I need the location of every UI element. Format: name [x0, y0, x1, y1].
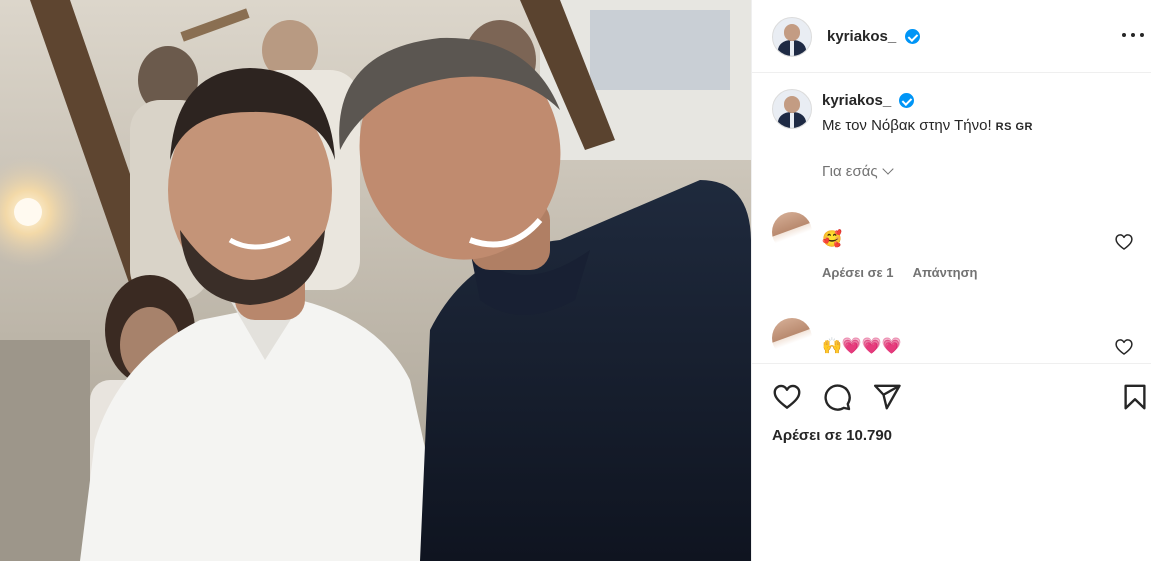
caption-text: Με τον Νόβακ στην Τήνο! RS GR: [822, 117, 1033, 134]
comment-text: 🥰: [822, 231, 842, 248]
more-horizontal-icon[interactable]: [1122, 33, 1144, 39]
comment-bubble-icon[interactable]: [822, 382, 852, 412]
post-header: kyriakos_: [752, 0, 1151, 73]
post-photo[interactable]: [0, 0, 751, 561]
heart-outline-icon[interactable]: [1114, 232, 1134, 252]
translate-toggle[interactable]: Για εσάς: [822, 163, 894, 180]
comments-list[interactable]: 🥰 Αρέσει σε 1 Απάντηση 🙌💗💗💗: [752, 195, 1151, 363]
bookmark-icon[interactable]: [1120, 382, 1150, 412]
verified-badge-icon: [899, 93, 914, 108]
translate-label: Για εσάς: [822, 163, 878, 180]
author-avatar[interactable]: [772, 17, 812, 57]
post-actions: Αρέσει σε 10.790: [752, 363, 1151, 561]
commenter-avatar[interactable]: [772, 318, 812, 358]
reply-button[interactable]: Απάντηση: [913, 265, 978, 280]
commenter-avatar[interactable]: [772, 212, 812, 252]
comment-likes[interactable]: Αρέσει σε 1: [822, 265, 894, 280]
heart-outline-icon[interactable]: [772, 382, 802, 412]
likes-count[interactable]: Αρέσει σε 10.790: [772, 427, 892, 444]
caption-author-username[interactable]: kyriakos_: [822, 92, 891, 109]
caption-flags: RS GR: [995, 121, 1033, 133]
heart-outline-icon[interactable]: [1114, 337, 1134, 357]
author-username[interactable]: kyriakos_: [827, 28, 896, 45]
comment-text: 🙌💗💗💗: [822, 338, 902, 355]
caption-body: Με τον Νόβακ στην Τήνο!: [822, 117, 992, 134]
chevron-down-icon: [881, 163, 894, 175]
post-details-panel: kyriakos_ kyriakos_ Με τον Νόβακ στην Τή…: [751, 0, 1151, 561]
post-image: [0, 0, 751, 561]
caption-author-avatar[interactable]: [772, 89, 812, 129]
comment-meta: Αρέσει σε 1 Απάντηση: [822, 265, 993, 280]
verified-badge-icon: [905, 29, 920, 44]
paper-plane-icon[interactable]: [872, 382, 902, 412]
